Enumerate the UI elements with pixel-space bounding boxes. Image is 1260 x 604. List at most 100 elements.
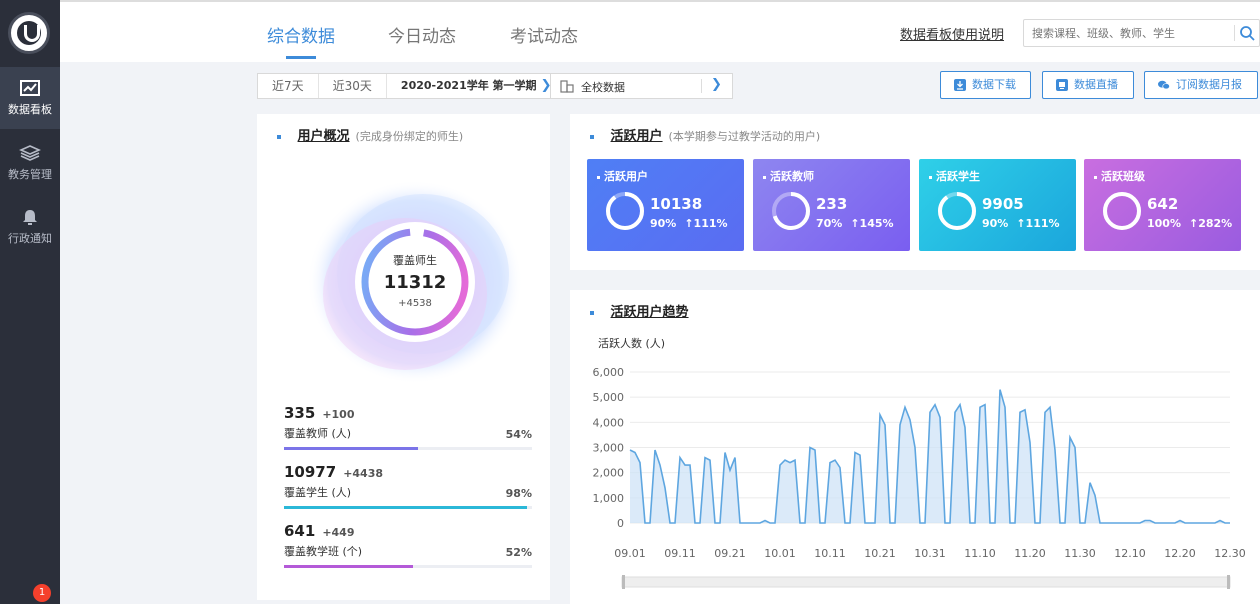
sidebar: 数据看板 教务管理 行政通知 1 <box>0 0 60 604</box>
button-label: 订阅数据月报 <box>1176 78 1242 91</box>
overview-subtitle: (完成身份绑定的师生) <box>355 130 464 143</box>
sidebar-item-dashboard[interactable]: 数据看板 <box>0 67 60 129</box>
active-tile[interactable]: 活跃教师 233 70% ↑145% <box>753 159 910 251</box>
stat-progress-bar <box>284 447 532 450</box>
tile-ring-progress <box>938 192 976 230</box>
search-input[interactable] <box>1032 24 1227 42</box>
x-tick-label: 09.21 <box>714 547 746 560</box>
y-tick-label: 2,000 <box>593 467 625 480</box>
zoom-slider-track <box>621 576 1231 588</box>
tile-percent-value: 100% <box>1147 217 1181 230</box>
stat-progress-fill <box>284 506 528 509</box>
stat-delta: +100 <box>322 408 355 421</box>
stat-progress-bar <box>284 565 532 568</box>
y-tick-label: 5,000 <box>593 391 625 404</box>
stat-progress-fill <box>284 565 413 568</box>
data-live-button[interactable]: 数据直播 <box>1042 71 1134 99</box>
dashboard-help-link[interactable]: 数据看板使用说明 <box>900 24 1004 43</box>
x-tick-label: 10.11 <box>814 547 846 560</box>
tile-label: 活跃学生 <box>929 168 980 184</box>
active-tile[interactable]: 活跃班级 642 100% ↑282% <box>1084 159 1241 251</box>
building-icon <box>560 80 574 93</box>
stat-percent: 98% <box>505 487 532 500</box>
sidebar-item-notice[interactable]: 行政通知 <box>0 196 60 258</box>
search-icon[interactable] <box>1238 24 1256 42</box>
y-tick-label: 6,000 <box>593 366 625 379</box>
stat-teachers: 335 +100 覆盖教师 (人) 54% <box>284 404 534 450</box>
search-divider <box>1234 25 1235 41</box>
range-30-days-button[interactable]: 近30天 <box>319 74 387 98</box>
scope-selector[interactable]: 全校数据 ❯ <box>550 73 733 99</box>
range-7-days-button[interactable]: 近7天 <box>258 74 319 98</box>
chevron-right-icon[interactable]: ❯ <box>711 77 722 92</box>
center-value: 11312 <box>384 272 447 293</box>
x-tick-label: 10.01 <box>764 547 796 560</box>
x-tick-label: 10.31 <box>914 547 946 560</box>
active-tile[interactable]: 活跃用户 10138 90% ↑111% <box>587 159 744 251</box>
tab-exam[interactable]: 考试动态 <box>510 22 578 47</box>
x-tick-label: 09.01 <box>614 547 646 560</box>
sidebar-item-label: 数据看板 <box>8 103 52 116</box>
tile-percent-value: 90% <box>982 217 1009 230</box>
download-icon <box>954 79 966 91</box>
tile-ring-icon <box>1103 192 1141 230</box>
stat-classes: 641 +449 覆盖教学班 (个) 52% <box>284 522 534 568</box>
x-tick-label: 10.21 <box>864 547 896 560</box>
x-tick-label: 09.11 <box>664 547 696 560</box>
stat-value: 641 <box>284 522 316 540</box>
stat-label: 覆盖学生 (人) <box>284 486 352 499</box>
y-tick-label: 1,000 <box>593 492 625 505</box>
trend-area <box>630 389 1230 523</box>
stat-progress-bar <box>284 506 532 509</box>
stat-value: 10977 <box>284 463 337 481</box>
tab-today[interactable]: 今日动态 <box>388 22 456 47</box>
x-tick-label: 11.30 <box>1064 547 1096 560</box>
layers-icon <box>19 145 41 161</box>
tile-ring-progress <box>1103 192 1141 230</box>
stat-label: 覆盖教学班 (个) <box>284 545 363 558</box>
tile-percent: 70% ↑145% <box>816 217 894 230</box>
coverage-ring: 覆盖师生 11312 +4538 <box>305 174 525 394</box>
tile-value: 10138 <box>650 195 703 213</box>
active-users-card: 活跃用户 (本学期参与过教学活动的用户) 活跃用户 10138 90% ↑111% 活跃教… <box>570 114 1260 270</box>
tile-percent-value: 90% <box>650 217 677 230</box>
top-header: 综合数据 今日动态 考试动态 数据看板使用说明 <box>60 0 1260 62</box>
x-tick-label: 12.20 <box>1164 547 1196 560</box>
center-delta: +4538 <box>398 298 432 309</box>
x-tick-label: 11.10 <box>964 547 996 560</box>
x-tick-label: 12.10 <box>1114 547 1146 560</box>
tile-percent: 100% ↑282% <box>1147 217 1232 230</box>
tile-percent: 90% ↑111% <box>650 217 728 230</box>
user-overview-card: 用户概况 (完成身份绑定的师生) 覆盖师生 11312 +4538 335 +1… <box>257 114 550 600</box>
subscribe-report-button[interactable]: 订阅数据月报 <box>1144 71 1258 99</box>
stat-label: 覆盖教师 (人) <box>284 427 352 440</box>
active-title: 活跃用户 <box>610 129 663 144</box>
stat-value: 335 <box>284 404 316 422</box>
active-tile[interactable]: 活跃学生 9905 90% ↑111% <box>919 159 1076 251</box>
sidebar-item-academic[interactable]: 教务管理 <box>0 132 60 194</box>
term-selector[interactable]: 2020-2021学年 第一学期 <box>387 74 541 98</box>
data-download-button[interactable]: 数据下载 <box>940 71 1031 99</box>
notification-badge[interactable]: 1 <box>33 584 51 602</box>
y-tick-label: 4,000 <box>593 416 625 429</box>
center-label: 覆盖师生 <box>393 253 437 267</box>
tile-growth: ↑111% <box>1016 217 1060 230</box>
tile-growth: ↑282% <box>1188 217 1233 230</box>
sidebar-item-label: 行政通知 <box>8 232 52 245</box>
stat-students: 10977 +4438 覆盖学生 (人) 98% <box>284 463 534 509</box>
tile-ring-progress <box>606 192 644 230</box>
tile-ring-icon <box>772 192 810 230</box>
live-icon <box>1056 79 1068 91</box>
tile-label: 活跃用户 <box>597 168 648 184</box>
tab-overview[interactable]: 综合数据 <box>267 22 335 47</box>
x-tick-label: 12.30 <box>1214 547 1246 560</box>
stat-percent: 52% <box>505 546 532 559</box>
button-label: 数据下载 <box>972 78 1016 91</box>
overview-title: 用户概况 <box>297 129 350 144</box>
stat-progress-fill <box>284 447 418 450</box>
tile-percent: 90% ↑111% <box>982 217 1060 230</box>
scope-label: 全校数据 <box>581 81 625 94</box>
school-logo[interactable] <box>8 12 50 54</box>
sidebar-item-label: 教务管理 <box>8 168 52 181</box>
bell-icon <box>23 210 37 225</box>
